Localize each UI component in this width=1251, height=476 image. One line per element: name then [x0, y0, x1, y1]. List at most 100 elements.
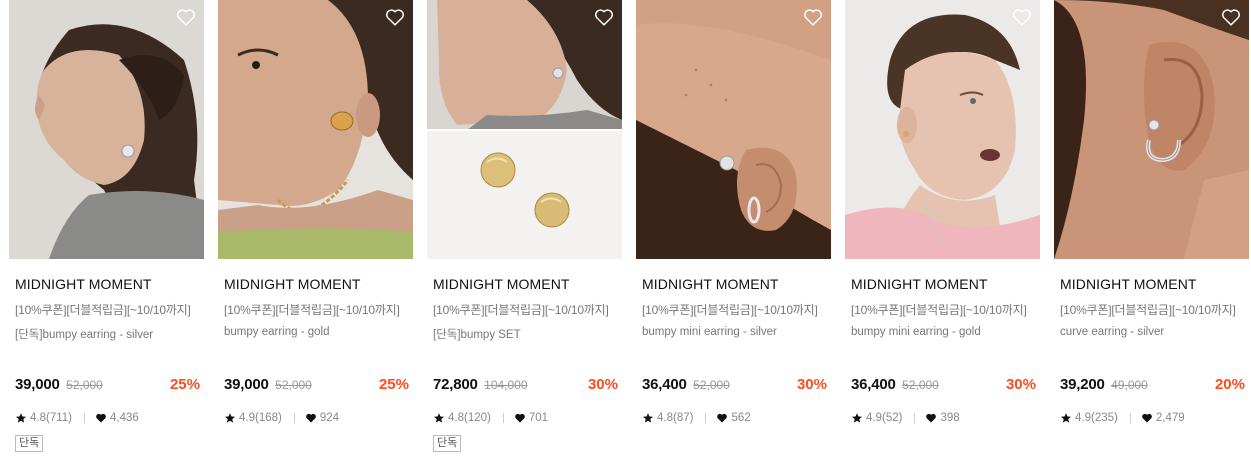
rating-text: 4.9(235) [1075, 412, 1118, 424]
original-price: 52,000 [275, 378, 312, 392]
divider [293, 413, 295, 423]
brand-name[interactable]: MIDNIGHT MOMENT [851, 276, 988, 292]
product-photo [9, 0, 204, 259]
product-card[interactable]: MIDNIGHT MOMENT [10%쿠폰][더블적립금][~10/10까지]… [1054, 0, 1249, 476]
brand-name[interactable]: MIDNIGHT MOMENT [224, 276, 361, 292]
wishlist-button[interactable] [802, 6, 824, 28]
discount-rate: 30% [796, 376, 827, 393]
wishlist-button[interactable] [384, 6, 406, 28]
star-icon [642, 412, 654, 424]
product-image[interactable] [427, 0, 622, 259]
original-price: 52,000 [66, 378, 103, 392]
star-icon [851, 412, 863, 424]
likes-count: 2,479 [1155, 412, 1185, 424]
sale-price: 39,000 [15, 376, 60, 393]
original-price: 52,000 [693, 378, 730, 392]
product-photo [218, 0, 413, 259]
heart-outline-icon [1013, 9, 1031, 26]
product-photo [427, 0, 622, 259]
heart-outline-icon [1222, 9, 1240, 26]
brand-name[interactable]: MIDNIGHT MOMENT [1060, 276, 1197, 292]
divider [705, 413, 707, 423]
promo-text: [10%쿠폰][더블적립금][~10/10까지] [1060, 303, 1236, 317]
product-photo [1054, 0, 1249, 259]
discount-rate: 25% [378, 376, 409, 393]
product-image[interactable] [845, 0, 1040, 259]
heart-filled-icon [95, 412, 107, 424]
price-row: 39,000 52,000 25% [224, 376, 409, 396]
product-card[interactable]: MIDNIGHT MOMENT [10%쿠폰][더블적립금][~10/10까지]… [636, 0, 831, 476]
heart-filled-icon [716, 412, 728, 424]
promo-text: [10%쿠폰][더블적립금][~10/10까지] [851, 303, 1027, 317]
product-photo [845, 0, 1040, 259]
sale-price: 39,200 [1060, 376, 1105, 393]
product-name[interactable]: bumpy earring - gold [224, 326, 329, 338]
product-stats: 4.8(120) 701 [433, 411, 548, 425]
original-price: 52,000 [902, 378, 939, 392]
product-image[interactable] [636, 0, 831, 259]
star-icon [15, 412, 27, 424]
heart-outline-icon [177, 9, 195, 26]
exclusive-badge: 단독 [15, 435, 44, 452]
price-row: 39,200 49,000 20% [1060, 376, 1245, 396]
product-stats: 4.8(711) 4,436 [15, 411, 139, 425]
brand-name[interactable]: MIDNIGHT MOMENT [15, 276, 152, 292]
promo-text: [10%쿠폰][더블적립금][~10/10까지] [642, 303, 818, 317]
price-row: 36,400 52,000 30% [851, 376, 1036, 396]
discount-rate: 30% [1005, 376, 1036, 393]
brand-name[interactable]: MIDNIGHT MOMENT [433, 276, 570, 292]
heart-filled-icon [925, 412, 937, 424]
original-price: 49,000 [1111, 378, 1148, 392]
product-stats: 4.9(52) 398 [851, 411, 960, 425]
likes-count: 4,436 [109, 412, 139, 424]
product-name[interactable]: curve earring - silver [1060, 326, 1164, 338]
rating-text: 4.8(120) [448, 412, 491, 424]
product-image[interactable] [1054, 0, 1249, 259]
wishlist-button[interactable] [175, 6, 197, 28]
product-name[interactable]: bumpy mini earring - gold [851, 326, 981, 338]
rating-text: 4.9(168) [239, 412, 282, 424]
wishlist-button[interactable] [1011, 6, 1033, 28]
sale-price: 36,400 [642, 376, 687, 393]
promo-text: [10%쿠폰][더블적립금][~10/10까지] [224, 303, 400, 317]
product-card[interactable]: MIDNIGHT MOMENT [10%쿠폰][더블적립금][~10/10까지]… [9, 0, 204, 476]
heart-outline-icon [386, 9, 404, 26]
likes-count: 701 [528, 412, 549, 424]
heart-outline-icon [804, 9, 822, 26]
product-image[interactable] [9, 0, 204, 259]
discount-rate: 30% [587, 376, 618, 393]
wishlist-button[interactable] [1220, 6, 1242, 28]
likes-count: 398 [940, 412, 960, 424]
rating-text: 4.8(87) [657, 412, 694, 424]
product-card[interactable]: MIDNIGHT MOMENT [10%쿠폰][더블적립금][~10/10까지]… [845, 0, 1040, 476]
discount-rate: 20% [1214, 376, 1245, 393]
product-name[interactable]: [단독]bumpy SET [433, 326, 521, 342]
divider [914, 413, 916, 423]
product-name[interactable]: bumpy mini earring - silver [642, 326, 777, 338]
price-row: 39,000 52,000 25% [15, 376, 200, 396]
divider [502, 413, 504, 423]
product-stats: 4.8(87) 562 [642, 411, 751, 425]
product-stats: 4.9(168) 924 [224, 411, 339, 425]
product-card[interactable]: MIDNIGHT MOMENT [10%쿠폰][더블적립금][~10/10까지]… [427, 0, 622, 476]
price-row: 36,400 52,000 30% [642, 376, 827, 396]
heart-filled-icon [305, 412, 317, 424]
star-icon [1060, 412, 1072, 424]
sale-price: 39,000 [224, 376, 269, 393]
wishlist-button[interactable] [593, 6, 615, 28]
heart-outline-icon [595, 9, 613, 26]
likes-count: 562 [731, 412, 751, 424]
star-icon [224, 412, 236, 424]
brand-name[interactable]: MIDNIGHT MOMENT [642, 276, 779, 292]
product-photo [636, 0, 831, 259]
sale-price: 72,800 [433, 376, 478, 393]
product-name[interactable]: [단독]bumpy earring - silver [15, 326, 153, 342]
divider [83, 413, 85, 423]
original-price: 104,000 [484, 378, 528, 392]
heart-filled-icon [514, 412, 526, 424]
product-image[interactable] [218, 0, 413, 259]
rating-text: 4.9(52) [866, 412, 903, 424]
product-grid: MIDNIGHT MOMENT [10%쿠폰][더블적립금][~10/10까지]… [0, 0, 1251, 476]
product-card[interactable]: MIDNIGHT MOMENT [10%쿠폰][더블적립금][~10/10까지]… [218, 0, 413, 476]
promo-text: [10%쿠폰][더블적립금][~10/10까지] [433, 303, 609, 317]
